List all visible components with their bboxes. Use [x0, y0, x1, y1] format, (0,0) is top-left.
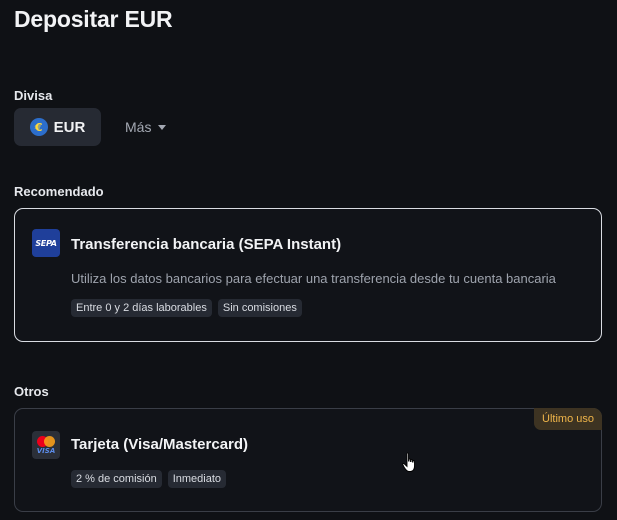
last-used-badge: Último uso [534, 408, 602, 430]
payment-method-sepa[interactable]: SEPA Transferencia bancaria (SEPA Instan… [14, 208, 602, 342]
payment-method-title: Tarjeta (Visa/Mastercard) [71, 436, 249, 453]
caret-down-icon [158, 125, 167, 130]
currency-selector: € EUR Más [14, 108, 167, 146]
sepa-icon: SEPA [32, 229, 60, 257]
others-section-label: Otros [14, 384, 49, 399]
euro-coin-icon: € [29, 118, 48, 136]
more-currencies-label: Más [125, 119, 152, 135]
currency-section-label: Divisa [14, 88, 53, 103]
payment-method-card[interactable]: Último uso VISA Tarjeta (Visa/Mastercard… [14, 408, 602, 512]
payment-method-tags: Entre 0 y 2 días laborables Sin comision… [71, 299, 302, 317]
payment-method-tags: 2 % de comisión Inmediato [71, 470, 227, 488]
recommended-section-label: Recomendado [14, 184, 104, 199]
currency-eur-label: EUR [53, 118, 86, 136]
sepa-icon-text: SEPA [35, 238, 57, 248]
visa-icon: VISA [36, 446, 56, 455]
tag-fees: 2 % de comisión [71, 470, 162, 488]
visa-mastercard-icon: VISA [32, 431, 60, 459]
tag-processing-time: Inmediato [167, 470, 227, 488]
page-title: Depositar EUR [14, 6, 173, 32]
more-currencies-dropdown[interactable]: Más [125, 119, 167, 135]
payment-method-title: Transferencia bancaria (SEPA Instant) [71, 236, 342, 253]
hand-cursor-icon [402, 452, 415, 472]
tag-fees: Sin comisiones [217, 299, 302, 317]
currency-eur-button[interactable]: € EUR [14, 108, 101, 146]
payment-method-description: Utiliza los datos bancarios para efectua… [71, 271, 556, 286]
tag-processing-time: Entre 0 y 2 días laborables [71, 299, 212, 317]
mastercard-icon [37, 435, 55, 447]
